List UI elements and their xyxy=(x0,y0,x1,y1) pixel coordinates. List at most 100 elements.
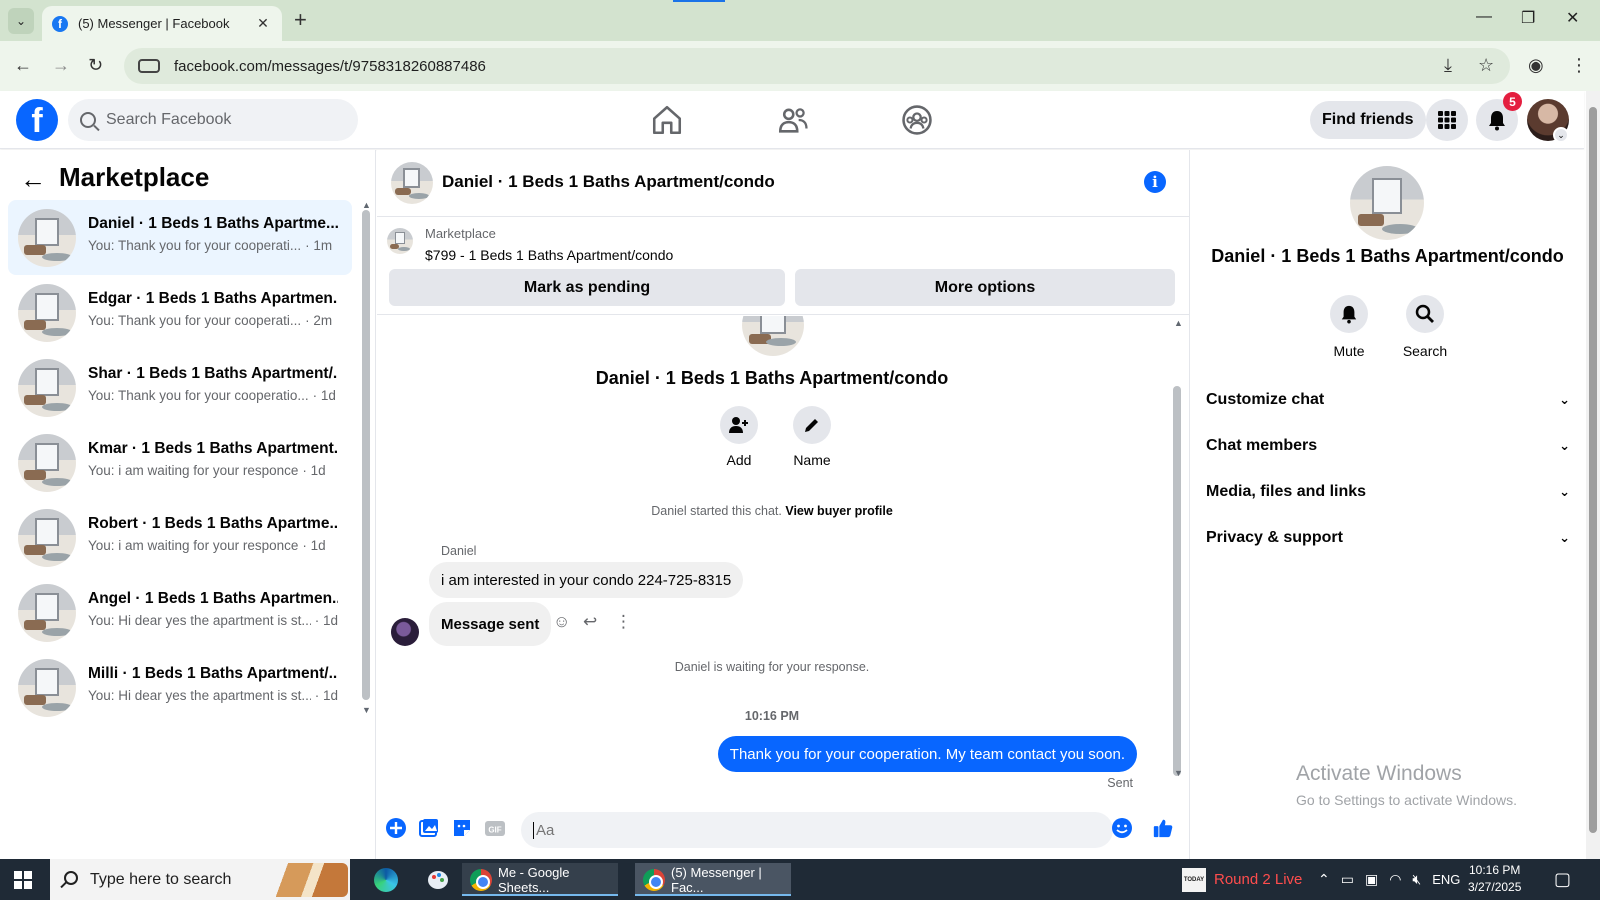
thread-scroll-down-icon[interactable]: ▼ xyxy=(1174,768,1183,778)
tab-search-chevron-icon[interactable]: ⌄ xyxy=(8,8,34,34)
close-window-icon[interactable]: ✕ xyxy=(1566,8,1579,28)
facebook-logo-icon[interactable]: f xyxy=(16,99,58,141)
more-actions-plus-icon[interactable] xyxy=(385,817,407,839)
conversation-item[interactable]: Kmar · 1 Beds 1 Baths Apartment... You: i… xyxy=(8,425,352,500)
back-arrow-icon[interactable]: ← xyxy=(20,164,46,195)
bookmark-star-icon[interactable]: ☆ xyxy=(1478,55,1494,76)
restore-window-icon[interactable]: ❐ xyxy=(1521,8,1535,28)
emoji-smiley-icon[interactable] xyxy=(1111,817,1133,839)
battery-icon[interactable]: ▭ xyxy=(1341,871,1354,888)
view-buyer-profile-link[interactable]: View buyer profile xyxy=(785,504,892,518)
account-chevron-down-icon[interactable]: ⌄ xyxy=(1553,127,1569,143)
thumbs-up-like-icon[interactable] xyxy=(1152,817,1174,839)
sticker-icon[interactable] xyxy=(451,817,473,839)
page-scrollbar-thumb[interactable] xyxy=(1589,107,1597,833)
more-dots-icon[interactable]: ⋮ xyxy=(615,612,632,632)
groups-icon[interactable] xyxy=(900,103,934,137)
show-hidden-icons-chevron-icon[interactable]: ⌃ xyxy=(1318,871,1330,888)
gif-icon[interactable]: GIF xyxy=(484,817,506,839)
chat-members-section[interactable]: Chat members ⌄ xyxy=(1206,426,1570,466)
search-in-conversation-icon[interactable] xyxy=(1406,295,1444,333)
forward-arrow-icon[interactable]: → xyxy=(52,55,70,76)
message-sent-bubble[interactable]: Message sent xyxy=(429,602,552,646)
browser-tab-messenger[interactable]: f (5) Messenger | Facebook ✕ xyxy=(42,6,282,41)
message-input[interactable] xyxy=(533,821,1073,839)
url-text[interactable]: facebook.com/messages/t/9758318260887486 xyxy=(174,58,486,75)
windows-start-icon[interactable] xyxy=(14,871,32,889)
conversation-time: · 1d xyxy=(314,613,338,628)
conversation-preview-row: You: Thank you for your cooperati... · 2m xyxy=(88,313,338,328)
paint-app-icon[interactable] xyxy=(414,863,454,896)
browser-profile-icon[interactable]: ◉ xyxy=(1528,55,1544,76)
scroll-down-arrow-icon[interactable]: ▼ xyxy=(362,705,371,715)
conversation-item[interactable]: Edgar · 1 Beds 1 Baths Apartmen... You: T… xyxy=(8,275,352,350)
listing-small-thumbnail[interactable] xyxy=(387,228,413,254)
waiting-response-notice: Daniel is waiting for your response. xyxy=(674,660,870,674)
thread-scroll-up-icon[interactable]: ▲ xyxy=(1174,318,1183,328)
react-smiley-icon[interactable]: ☺ xyxy=(553,612,570,632)
panel-title: Marketplace xyxy=(59,162,210,192)
tab-close-icon[interactable]: ✕ xyxy=(254,15,272,32)
chat-list-scrollbar[interactable] xyxy=(362,210,370,700)
conversation-time: · 1d xyxy=(314,688,338,703)
edit-name-pencil-icon[interactable] xyxy=(793,406,831,444)
taskbar-messenger-window[interactable]: (5) Messenger | Fac... xyxy=(635,863,791,896)
conversation-item[interactable]: Daniel · 1 Beds 1 Baths Apartme... You: T… xyxy=(8,200,352,275)
back-arrow-icon[interactable]: ← xyxy=(14,55,32,76)
menu-grid-icon[interactable] xyxy=(1426,99,1468,141)
install-app-icon[interactable]: ⤓ xyxy=(1444,55,1452,76)
privacy-support-section[interactable]: Privacy & support ⌄ xyxy=(1206,518,1570,558)
find-friends-button[interactable]: Find friends xyxy=(1310,101,1426,139)
message-input-wrapper[interactable] xyxy=(521,812,1113,848)
page-scrollbar[interactable] xyxy=(1586,91,1600,859)
minimize-window-icon[interactable]: — xyxy=(1476,8,1492,26)
incoming-message-bubble[interactable]: i am interested in your condo 224-725-83… xyxy=(429,562,744,598)
conversation-item[interactable]: Milli · 1 Beds 1 Baths Apartment/... You:… xyxy=(8,650,352,725)
mute-bell-icon[interactable] xyxy=(1330,295,1368,333)
wifi-icon[interactable]: ◠ xyxy=(1389,871,1401,888)
attach-photo-icon[interactable] xyxy=(418,817,440,839)
outgoing-message-bubble[interactable]: Thank you for your cooperation. My team … xyxy=(717,736,1137,772)
site-info-icon[interactable] xyxy=(138,59,160,73)
chat-title[interactable]: Daniel · 1 Beds 1 Baths Apartment/condo xyxy=(442,172,775,192)
volume-muted-icon[interactable]: 🔇︎ xyxy=(1412,871,1421,888)
facebook-search-input[interactable]: Search Facebook xyxy=(68,99,358,141)
mute-label: Mute xyxy=(1333,343,1365,359)
sender-avatar[interactable] xyxy=(391,618,419,646)
conversation-preview: You: Thank you for your cooperati... xyxy=(88,238,302,253)
taskbar-google-sheets-window[interactable]: Me - Google Sheets... xyxy=(462,863,618,896)
listing-thumbnail[interactable] xyxy=(391,162,433,204)
more-options-button[interactable]: More options xyxy=(795,269,1175,306)
media-files-links-section[interactable]: Media, files and links ⌄ xyxy=(1206,472,1570,512)
friends-icon[interactable] xyxy=(776,103,810,137)
conversation-item[interactable]: Shar · 1 Beds 1 Baths Apartment/... You: … xyxy=(8,350,352,425)
round2-live-widget[interactable]: TODAY Round 2 Live xyxy=(1182,859,1302,900)
customize-chat-section[interactable]: Customize chat ⌄ xyxy=(1206,380,1570,420)
details-listing-thumbnail[interactable] xyxy=(1350,166,1424,240)
add-people-icon[interactable] xyxy=(720,406,758,444)
conversation-preview-row: You: Hi dear yes the apartment is st... ·… xyxy=(88,613,338,628)
browser-menu-icon[interactable]: ⋮ xyxy=(1570,55,1588,76)
thread-scrollbar[interactable] xyxy=(1173,386,1181,776)
language-indicator[interactable]: ENG xyxy=(1432,872,1460,887)
conversation-item[interactable]: Angel · 1 Beds 1 Baths Apartmen... You: H… xyxy=(8,575,352,650)
meet-now-icon[interactable]: ▣ xyxy=(1365,871,1378,888)
details-title[interactable]: Daniel · 1 Beds 1 Baths Apartment/condo xyxy=(1190,246,1585,267)
scroll-up-arrow-icon[interactable]: ▲ xyxy=(362,200,371,210)
reload-icon[interactable]: ↻ xyxy=(88,55,103,76)
listing-thumbnail xyxy=(18,584,76,642)
reply-arrow-icon[interactable]: ↩ xyxy=(583,612,597,632)
edge-browser-icon[interactable] xyxy=(362,863,402,896)
listing-price-title[interactable]: $799 - 1 Beds 1 Baths Apartment/condo xyxy=(425,247,673,263)
conversation-info-icon[interactable]: i xyxy=(1144,171,1166,193)
home-icon[interactable] xyxy=(650,103,684,137)
conversation-name: Angel · 1 Beds 1 Baths Apartmen... xyxy=(88,590,338,607)
marketplace-label: Marketplace xyxy=(425,226,496,241)
conversation-item[interactable]: Robert · 1 Beds 1 Baths Apartme... You: i… xyxy=(8,500,352,575)
mark-as-pending-button[interactable]: Mark as pending xyxy=(389,269,785,306)
new-tab-plus-icon[interactable]: + xyxy=(294,9,307,31)
notification-center-icon[interactable]: ▢ xyxy=(1554,859,1571,900)
chevron-down-icon: ⌄ xyxy=(1559,530,1570,545)
taskbar-clock[interactable]: 10:16 PM 3/27/2025 xyxy=(1468,862,1521,896)
url-omnibox[interactable]: facebook.com/messages/t/9758318260887486 xyxy=(124,48,1510,84)
